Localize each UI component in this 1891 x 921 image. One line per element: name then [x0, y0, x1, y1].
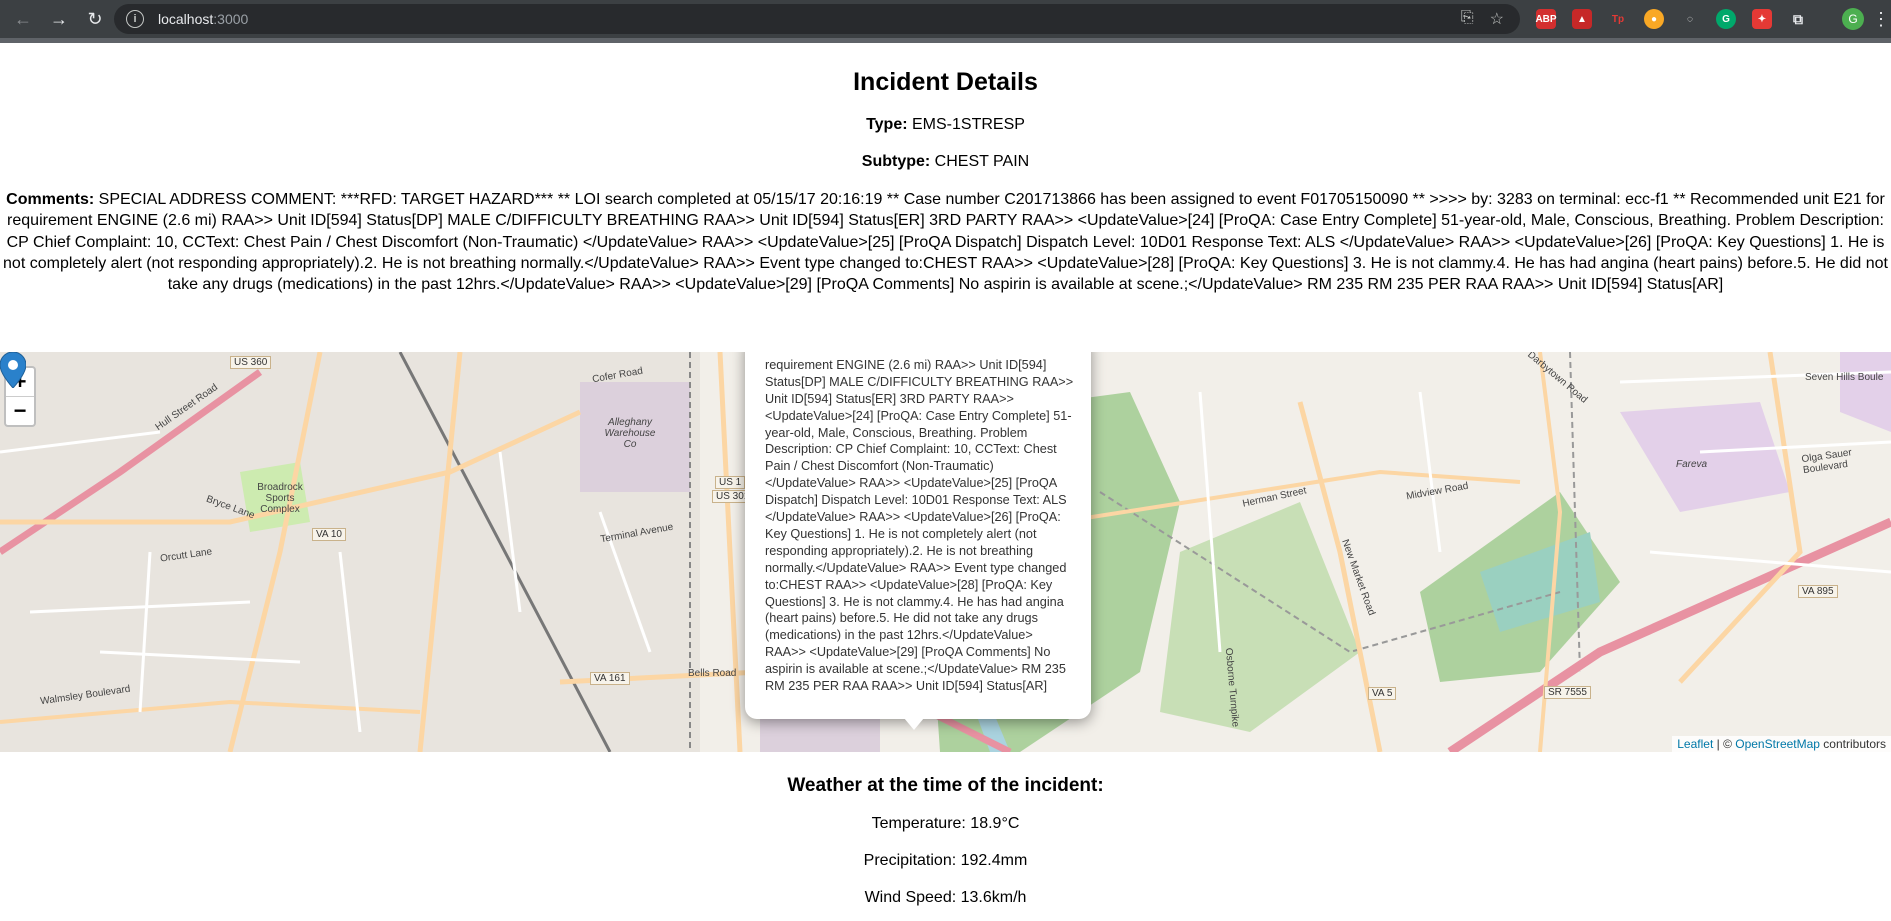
osm-link[interactable]: OpenStreetMap — [1735, 737, 1820, 751]
map-label-alleghany: Alleghany Warehouse Co — [604, 417, 656, 450]
back-icon[interactable]: ← — [10, 6, 36, 32]
incident-map[interactable]: US 360 Hull Street Road Broadrock Sports… — [0, 352, 1891, 752]
grammar-extension-icon[interactable]: G — [1716, 9, 1736, 29]
incident-comments: Comments: SPECIAL ADDRESS COMMENT: ***RF… — [0, 189, 1891, 295]
weather-temperature: Temperature: 18.9°C — [871, 815, 1020, 832]
map-label-bells: Bells Road — [688, 668, 737, 679]
type-label: Type: — [866, 116, 908, 133]
browser-toolbar: ← → ↻ i localhost:3000 ⎘ ☆ ABP ▲ Tp ● ◌ … — [0, 0, 1891, 38]
reload-icon[interactable]: ↻ — [82, 6, 108, 32]
popup-tip — [904, 718, 924, 730]
zoom-out-button[interactable]: − — [6, 396, 34, 425]
forward-icon[interactable]: → — [46, 6, 72, 32]
incident-type: Type: EMS-1STRESP — [0, 116, 1891, 134]
bookmark-star-icon[interactable]: ☆ — [1490, 9, 1504, 29]
chrome-divider — [0, 38, 1891, 43]
pdf-extension-icon[interactable]: ▲ — [1572, 9, 1592, 29]
subtype-value: CHEST PAIN — [934, 153, 1030, 170]
comments-label: Comments: — [6, 191, 95, 208]
profile-avatar[interactable]: G — [1842, 8, 1864, 30]
leaflet-link[interactable]: Leaflet — [1677, 737, 1713, 751]
install-app-icon[interactable]: ⎘ — [1461, 9, 1474, 29]
map-label-sr7555: SR 7555 — [1544, 686, 1591, 699]
map-label-va5: VA 5 — [1368, 687, 1397, 700]
marker-popup: requirement ENGINE (2.6 mi) RAA>> Unit I… — [745, 352, 1091, 719]
map-label-va895: VA 895 — [1798, 585, 1838, 598]
url-port: :3000 — [213, 11, 249, 27]
loop-extension-icon[interactable]: ◌ — [1680, 9, 1700, 29]
browser-menu-icon[interactable]: ⋮ — [1872, 9, 1890, 30]
extensions-puzzle-icon[interactable]: ⧉ — [1788, 9, 1808, 29]
page-title: Incident Details — [853, 68, 1038, 96]
tp-extension-icon[interactable]: Tp — [1608, 9, 1628, 29]
comments-value: SPECIAL ADDRESS COMMENT: ***RFD: TARGET … — [3, 191, 1888, 294]
map-label-us1: US 1 — [715, 476, 746, 489]
address-bar[interactable]: i localhost:3000 ⎘ ☆ — [114, 4, 1520, 34]
color-extension-icon[interactable]: ● — [1644, 9, 1664, 29]
map-label-us360: US 360 — [230, 356, 272, 369]
type-value: EMS-1STRESP — [912, 116, 1025, 133]
gift-extension-icon[interactable]: ✦ — [1752, 9, 1772, 29]
map-label-va10: VA 10 — [312, 528, 346, 541]
popup-text: requirement ENGINE (2.6 mi) RAA>> Unit I… — [765, 357, 1074, 694]
weather-heading: Weather at the time of the incident: — [787, 775, 1104, 796]
attribution-tail: contributors — [1819, 737, 1886, 751]
map-attribution: Leaflet | © OpenStreetMap contributors — [1672, 736, 1891, 752]
subtype-label: Subtype: — [861, 153, 931, 170]
adblock-extension-icon[interactable]: ABP — [1535, 9, 1557, 29]
site-info-icon[interactable]: i — [126, 10, 144, 28]
weather-wind: Wind Speed: 13.6km/h — [864, 889, 1027, 906]
url-host: localhost — [158, 11, 214, 27]
weather-precipitation: Precipitation: 192.4mm — [863, 852, 1028, 869]
map-label-va161: VA 161 — [590, 672, 630, 685]
attribution-separator: | © — [1713, 737, 1736, 751]
url-text: localhost:3000 — [158, 11, 248, 27]
map-label-sevenhills: Seven Hills Boule — [1805, 372, 1884, 383]
incident-subtype: Subtype: CHEST PAIN — [0, 153, 1891, 171]
map-marker-icon[interactable] — [0, 352, 26, 388]
map-label-fareva: Fareva — [1676, 459, 1708, 470]
